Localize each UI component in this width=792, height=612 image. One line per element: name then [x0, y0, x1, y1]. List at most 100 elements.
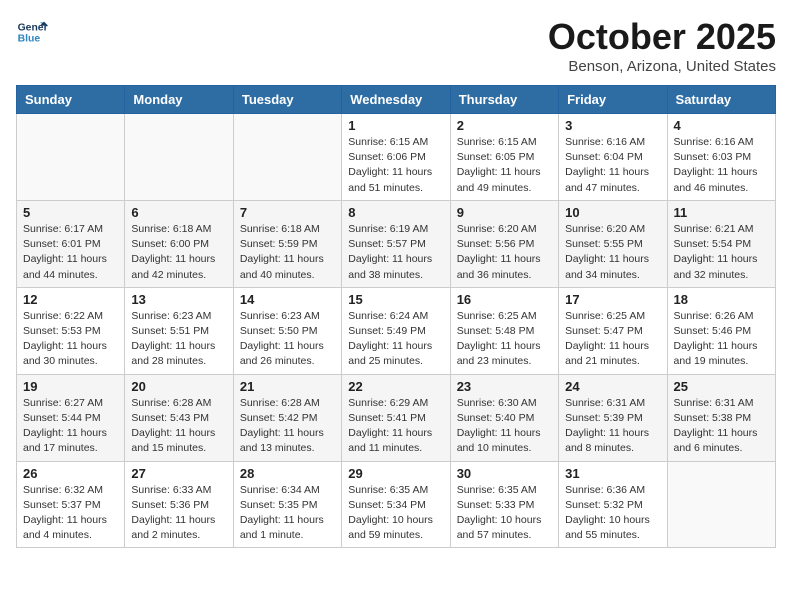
day-info: Sunrise: 6:16 AM Sunset: 6:04 PM Dayligh… — [565, 135, 660, 196]
header-day-tuesday: Tuesday — [233, 86, 341, 114]
day-number: 18 — [674, 292, 769, 307]
header: General Blue October 2025 Benson, Arizon… — [16, 16, 776, 75]
day-info: Sunrise: 6:26 AM Sunset: 5:46 PM Dayligh… — [674, 309, 769, 370]
day-info: Sunrise: 6:36 AM Sunset: 5:32 PM Dayligh… — [565, 483, 660, 544]
calendar-cell: 13 Sunrise: 6:23 AM Sunset: 5:51 PM Dayli… — [125, 287, 233, 374]
day-info: Sunrise: 6:18 AM Sunset: 5:59 PM Dayligh… — [240, 222, 335, 283]
calendar-cell: 4Sunrise: 6:16 AM Sunset: 6:03 PM Daylig… — [667, 114, 775, 201]
week-row-2: 12 Sunrise: 6:22 AM Sunset: 5:53 PM Dayli… — [17, 287, 776, 374]
title-area: October 2025 Benson, Arizona, United Sta… — [548, 16, 776, 75]
day-info: Sunrise: 6:31 AM Sunset: 5:39 PM Dayligh… — [565, 396, 660, 457]
calendar-cell: 2 Sunrise: 6:15 AM Sunset: 6:05 PM Daylig… — [450, 114, 558, 201]
calendar-cell: 16 Sunrise: 6:25 AM Sunset: 5:48 PM Dayli… — [450, 287, 558, 374]
day-info: Sunrise: 6:18 AM Sunset: 6:00 PM Dayligh… — [131, 222, 226, 283]
day-number: 20 — [131, 379, 226, 394]
day-info: Sunrise: 6:17 AM Sunset: 6:01 PM Dayligh… — [23, 222, 118, 283]
day-number: 9 — [457, 205, 552, 220]
calendar-cell — [125, 114, 233, 201]
day-number: 3 — [565, 118, 660, 133]
header-day-monday: Monday — [125, 86, 233, 114]
day-number: 30 — [457, 466, 552, 481]
calendar-cell: 29Sunrise: 6:35 AM Sunset: 5:34 PM Dayli… — [342, 461, 450, 548]
header-day-friday: Friday — [559, 86, 667, 114]
day-number: 13 — [131, 292, 226, 307]
day-info: Sunrise: 6:23 AM Sunset: 5:51 PM Dayligh… — [131, 309, 226, 370]
day-info: Sunrise: 6:35 AM Sunset: 5:34 PM Dayligh… — [348, 483, 443, 544]
day-number: 19 — [23, 379, 118, 394]
header-day-thursday: Thursday — [450, 86, 558, 114]
week-row-3: 19 Sunrise: 6:27 AM Sunset: 5:44 PM Dayli… — [17, 374, 776, 461]
calendar-cell: 7 Sunrise: 6:18 AM Sunset: 5:59 PM Daylig… — [233, 200, 341, 287]
calendar-cell — [233, 114, 341, 201]
calendar-cell: 8Sunrise: 6:19 AM Sunset: 5:57 PM Daylig… — [342, 200, 450, 287]
day-info: Sunrise: 6:31 AM Sunset: 5:38 PM Dayligh… — [674, 396, 769, 457]
day-number: 27 — [131, 466, 226, 481]
day-number: 8 — [348, 205, 443, 220]
calendar-cell: 11 Sunrise: 6:21 AM Sunset: 5:54 PM Dayli… — [667, 200, 775, 287]
calendar-cell: 28 Sunrise: 6:34 AM Sunset: 5:35 PM Dayli… — [233, 461, 341, 548]
day-number: 17 — [565, 292, 660, 307]
calendar-cell: 5Sunrise: 6:17 AM Sunset: 6:01 PM Daylig… — [17, 200, 125, 287]
day-number: 12 — [23, 292, 118, 307]
day-number: 14 — [240, 292, 335, 307]
calendar-cell: 22Sunrise: 6:29 AM Sunset: 5:41 PM Dayli… — [342, 374, 450, 461]
day-number: 6 — [131, 205, 226, 220]
day-info: Sunrise: 6:16 AM Sunset: 6:03 PM Dayligh… — [674, 135, 769, 196]
calendar-cell: 17 Sunrise: 6:25 AM Sunset: 5:47 PM Dayli… — [559, 287, 667, 374]
calendar-cell: 1 Sunrise: 6:15 AM Sunset: 6:06 PM Daylig… — [342, 114, 450, 201]
day-info: Sunrise: 6:30 AM Sunset: 5:40 PM Dayligh… — [457, 396, 552, 457]
day-info: Sunrise: 6:25 AM Sunset: 5:48 PM Dayligh… — [457, 309, 552, 370]
day-info: Sunrise: 6:25 AM Sunset: 5:47 PM Dayligh… — [565, 309, 660, 370]
day-number: 11 — [674, 205, 769, 220]
day-number: 23 — [457, 379, 552, 394]
day-info: Sunrise: 6:32 AM Sunset: 5:37 PM Dayligh… — [23, 483, 118, 544]
calendar-cell: 31Sunrise: 6:36 AM Sunset: 5:32 PM Dayli… — [559, 461, 667, 548]
day-info: Sunrise: 6:15 AM Sunset: 6:05 PM Dayligh… — [457, 135, 552, 196]
day-info: Sunrise: 6:22 AM Sunset: 5:53 PM Dayligh… — [23, 309, 118, 370]
header-day-wednesday: Wednesday — [342, 86, 450, 114]
day-info: Sunrise: 6:24 AM Sunset: 5:49 PM Dayligh… — [348, 309, 443, 370]
calendar-cell: 12 Sunrise: 6:22 AM Sunset: 5:53 PM Dayli… — [17, 287, 125, 374]
week-row-0: 1 Sunrise: 6:15 AM Sunset: 6:06 PM Daylig… — [17, 114, 776, 201]
day-info: Sunrise: 6:20 AM Sunset: 5:56 PM Dayligh… — [457, 222, 552, 283]
day-info: Sunrise: 6:27 AM Sunset: 5:44 PM Dayligh… — [23, 396, 118, 457]
day-info: Sunrise: 6:21 AM Sunset: 5:54 PM Dayligh… — [674, 222, 769, 283]
day-info: Sunrise: 6:35 AM Sunset: 5:33 PM Dayligh… — [457, 483, 552, 544]
day-number: 1 — [348, 118, 443, 133]
calendar-cell: 26Sunrise: 6:32 AM Sunset: 5:37 PM Dayli… — [17, 461, 125, 548]
day-info: Sunrise: 6:29 AM Sunset: 5:41 PM Dayligh… — [348, 396, 443, 457]
day-number: 24 — [565, 379, 660, 394]
calendar-cell: 18 Sunrise: 6:26 AM Sunset: 5:46 PM Dayli… — [667, 287, 775, 374]
day-number: 21 — [240, 379, 335, 394]
week-row-1: 5Sunrise: 6:17 AM Sunset: 6:01 PM Daylig… — [17, 200, 776, 287]
calendar-cell: 6 Sunrise: 6:18 AM Sunset: 6:00 PM Daylig… — [125, 200, 233, 287]
calendar-cell: 21 Sunrise: 6:28 AM Sunset: 5:42 PM Dayli… — [233, 374, 341, 461]
calendar-cell: 14Sunrise: 6:23 AM Sunset: 5:50 PM Dayli… — [233, 287, 341, 374]
day-number: 25 — [674, 379, 769, 394]
header-day-sunday: Sunday — [17, 86, 125, 114]
day-info: Sunrise: 6:28 AM Sunset: 5:42 PM Dayligh… — [240, 396, 335, 457]
calendar-cell: 10Sunrise: 6:20 AM Sunset: 5:55 PM Dayli… — [559, 200, 667, 287]
day-info: Sunrise: 6:15 AM Sunset: 6:06 PM Dayligh… — [348, 135, 443, 196]
logo: General Blue — [16, 16, 48, 48]
day-number: 16 — [457, 292, 552, 307]
calendar-cell: 3 Sunrise: 6:16 AM Sunset: 6:04 PM Daylig… — [559, 114, 667, 201]
calendar-cell: 27Sunrise: 6:33 AM Sunset: 5:36 PM Dayli… — [125, 461, 233, 548]
calendar-cell: 25 Sunrise: 6:31 AM Sunset: 5:38 PM Dayli… — [667, 374, 775, 461]
calendar-cell: 24 Sunrise: 6:31 AM Sunset: 5:39 PM Dayli… — [559, 374, 667, 461]
day-info: Sunrise: 6:34 AM Sunset: 5:35 PM Dayligh… — [240, 483, 335, 544]
logo-icon: General Blue — [16, 16, 48, 48]
day-number: 7 — [240, 205, 335, 220]
calendar-cell: 23 Sunrise: 6:30 AM Sunset: 5:40 PM Dayli… — [450, 374, 558, 461]
calendar-cell: 30 Sunrise: 6:35 AM Sunset: 5:33 PM Dayli… — [450, 461, 558, 548]
day-number: 28 — [240, 466, 335, 481]
calendar-cell: 15 Sunrise: 6:24 AM Sunset: 5:49 PM Dayli… — [342, 287, 450, 374]
location-title: Benson, Arizona, United States — [548, 58, 776, 75]
calendar-cell — [17, 114, 125, 201]
day-number: 15 — [348, 292, 443, 307]
calendar-cell: 9 Sunrise: 6:20 AM Sunset: 5:56 PM Daylig… — [450, 200, 558, 287]
calendar-cell: 20Sunrise: 6:28 AM Sunset: 5:43 PM Dayli… — [125, 374, 233, 461]
calendar-cell: 19 Sunrise: 6:27 AM Sunset: 5:44 PM Dayli… — [17, 374, 125, 461]
month-title: October 2025 — [548, 16, 776, 58]
day-number: 2 — [457, 118, 552, 133]
